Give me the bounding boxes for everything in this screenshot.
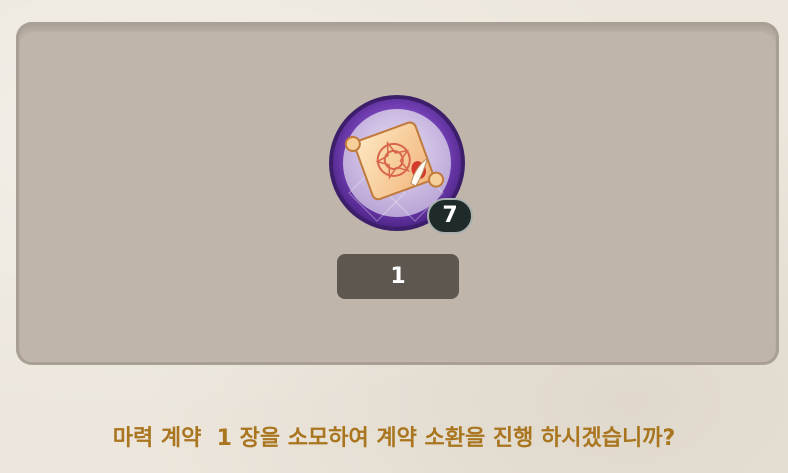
quantity-display[interactable]: 1 — [337, 254, 459, 299]
item-count-badge: 7 — [427, 198, 473, 234]
confirmation-message: 마력 계약 1 장을 소모하여 계약 소환을 진행 하시겠습니까? — [112, 426, 676, 451]
